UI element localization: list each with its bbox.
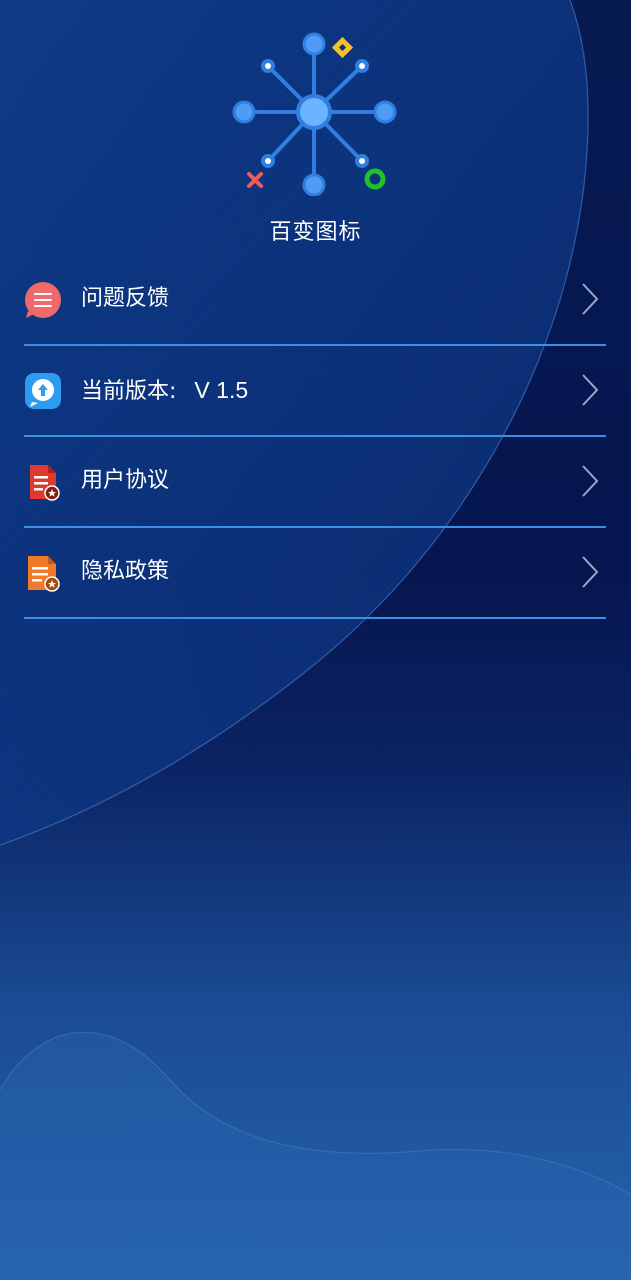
- settings-menu: 问题反馈 当前版本: V 1.5 用户协议 隐私政策: [24, 255, 606, 619]
- privacy-icon: [28, 556, 60, 592]
- menu-item-label: 当前版本:: [81, 379, 177, 404]
- menu-item-feedback[interactable]: 问题反馈: [24, 255, 606, 346]
- feedback-icon: [25, 282, 61, 318]
- app-logo-icon: [232, 32, 397, 196]
- version-value: V 1.5: [194, 377, 249, 403]
- menu-item-label: 用户协议: [81, 468, 170, 493]
- update-icon: [25, 373, 61, 409]
- menu-item-user-agreement[interactable]: 用户协议: [24, 437, 606, 528]
- menu-item-version[interactable]: 当前版本: V 1.5: [24, 346, 606, 437]
- chevron-right-icon: [582, 465, 599, 497]
- menu-item-label: 隐私政策: [81, 559, 170, 584]
- chevron-right-icon: [582, 374, 599, 406]
- chevron-right-icon: [582, 283, 599, 315]
- menu-item-label: 问题反馈: [81, 286, 170, 311]
- app-name: 百变图标: [269, 220, 362, 245]
- menu-item-privacy-policy[interactable]: 隐私政策: [24, 528, 606, 619]
- chevron-right-icon: [582, 556, 599, 588]
- agreement-icon: [30, 465, 60, 501]
